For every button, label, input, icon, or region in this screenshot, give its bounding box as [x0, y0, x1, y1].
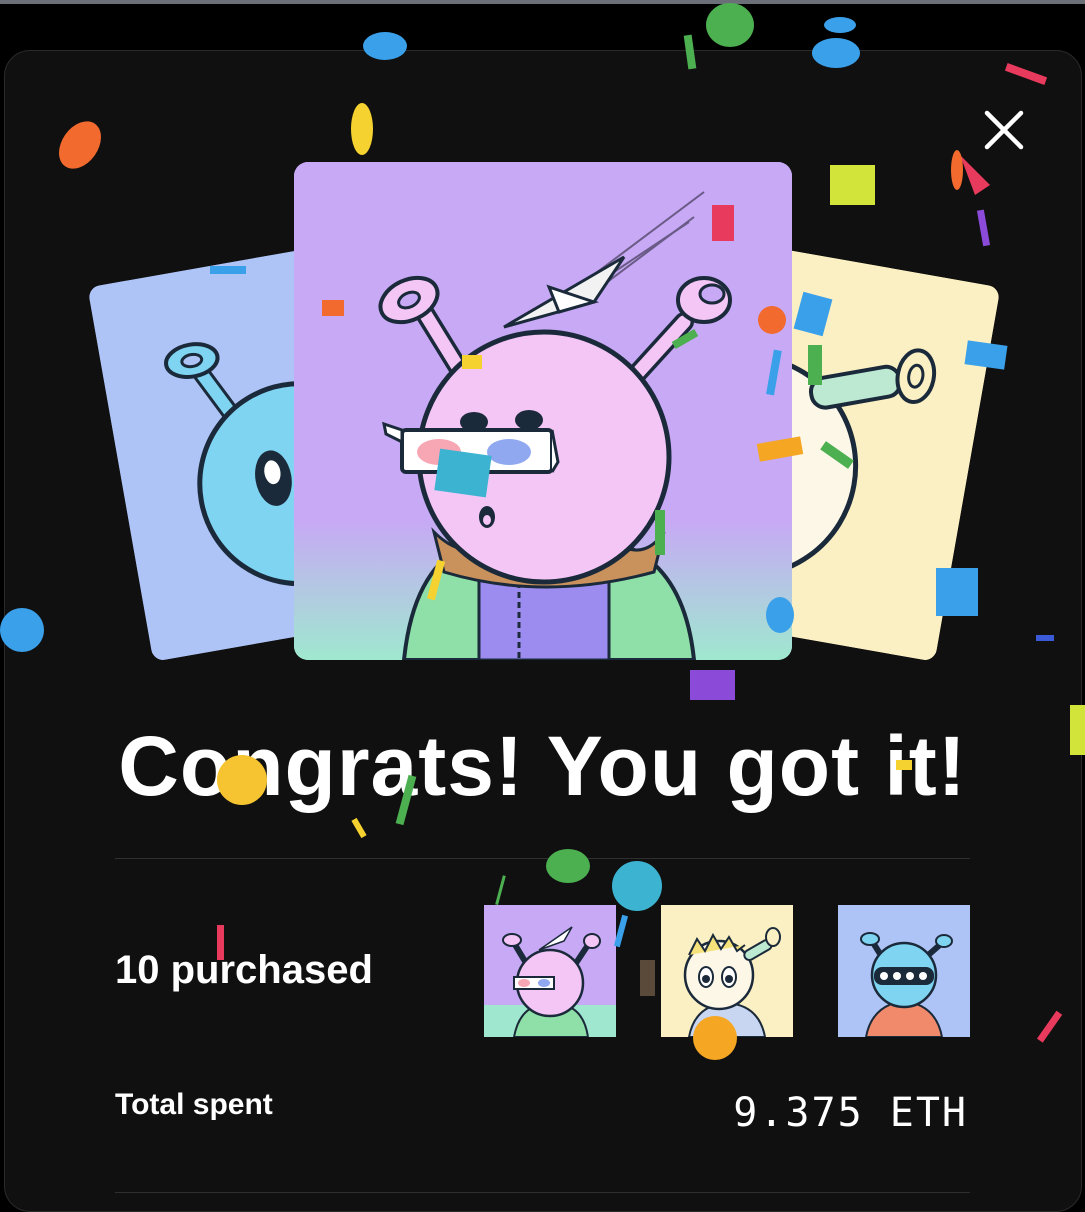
top-border [0, 0, 1085, 4]
blue-alien-thumb [838, 905, 970, 1037]
nft-card-main [294, 162, 792, 660]
nft-thumbnail-1[interactable] [484, 905, 616, 1037]
blonde-character-thumb [661, 905, 793, 1037]
divider-bottom [115, 1192, 970, 1193]
close-button[interactable] [970, 96, 1038, 164]
nft-thumbnail-2[interactable] [661, 905, 793, 1037]
close-icon [984, 110, 1024, 150]
total-spent-value: 9.375 ETH [733, 1090, 968, 1136]
congrats-title: Congrats! You got it! [118, 719, 967, 813]
nft-thumbnail-3[interactable] [838, 905, 970, 1037]
total-spent-label: Total spent [115, 1088, 273, 1121]
purchased-count: 10 purchased [115, 948, 373, 992]
divider-top [115, 858, 970, 859]
pink-alien-image [294, 162, 792, 660]
pink-alien-thumb [484, 905, 616, 1037]
